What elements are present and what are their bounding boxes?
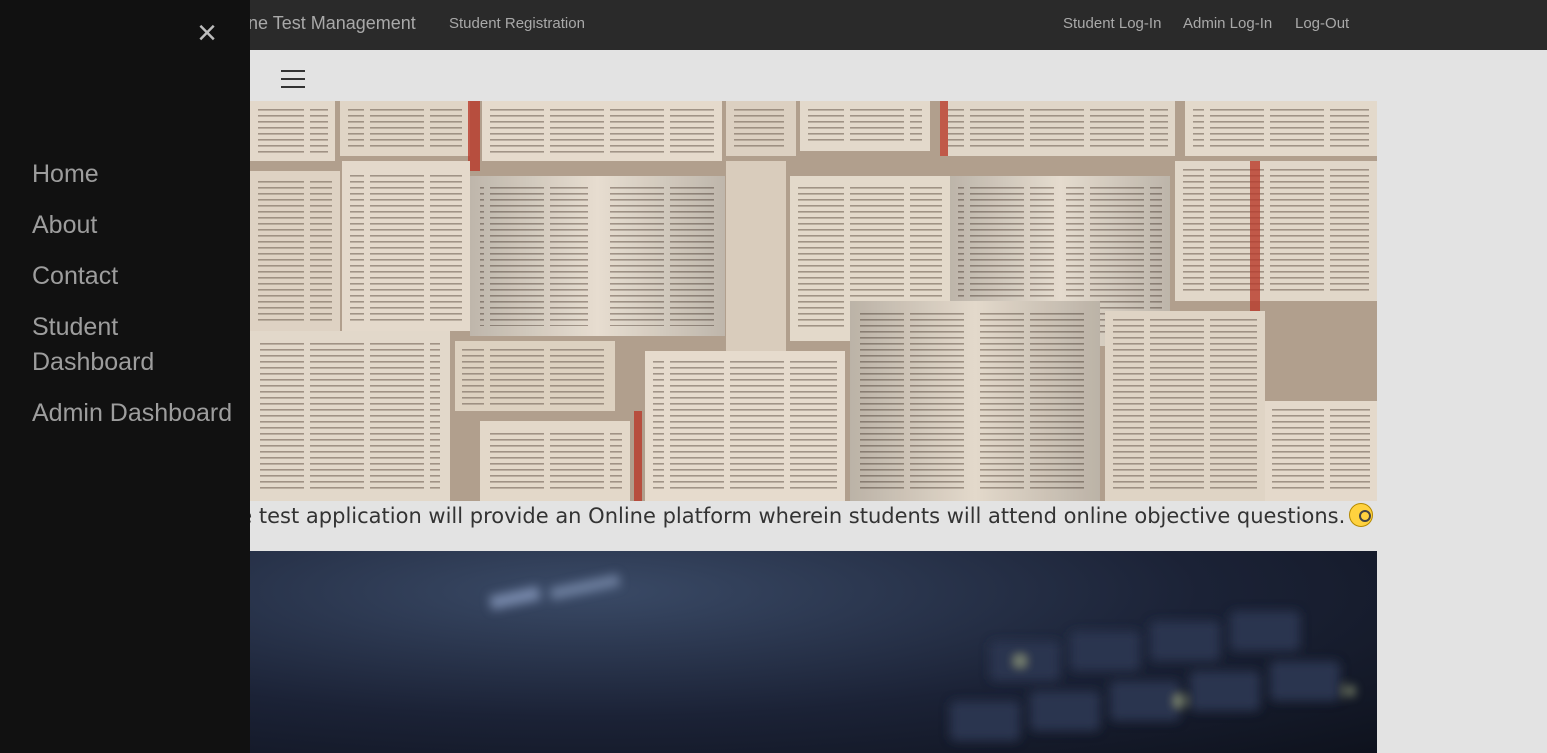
description-text: he test application will provide an Onli… (226, 504, 1346, 528)
hamburger-icon[interactable] (281, 66, 305, 92)
nav-link-logout[interactable]: Log-Out (1295, 15, 1349, 32)
keyboard-image (250, 551, 1377, 753)
drawer-item-home[interactable]: Home (32, 157, 99, 192)
navbar-brand[interactable]: ine Test Management (244, 13, 416, 34)
drawer-item-student-dashboard[interactable]: Student Dashboard (32, 310, 154, 380)
monocle-face-emoji-icon (1349, 503, 1374, 527)
drawer-item-student-dashboard-line2: Dashboard (32, 348, 155, 376)
side-drawer: × Home About Contact Student Dashboard A… (0, 0, 250, 753)
nav-link-student-login[interactable]: Student Log-In (1063, 15, 1161, 32)
close-icon[interactable]: × (194, 16, 220, 50)
nav-link-admin-login[interactable]: Admin Log-In (1183, 15, 1272, 32)
drawer-item-student-dashboard-line1: Student (32, 313, 119, 341)
app-description: he test application will provide an Onli… (226, 503, 1376, 531)
drawer-item-contact[interactable]: Contact (32, 259, 118, 294)
drawer-item-about[interactable]: About (32, 208, 97, 243)
open-books-image (250, 101, 1377, 501)
drawer-item-admin-dashboard[interactable]: Admin Dashboard (32, 396, 232, 431)
nav-link-student-registration[interactable]: Student Registration (449, 15, 585, 32)
